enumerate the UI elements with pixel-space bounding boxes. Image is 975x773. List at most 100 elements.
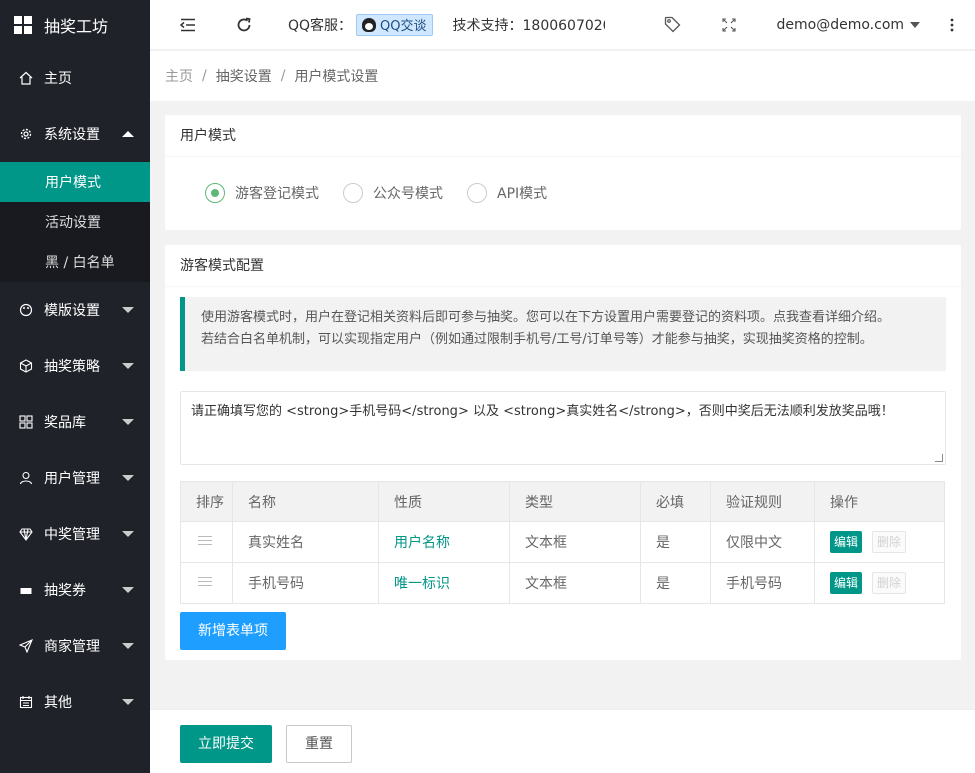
info-line: 若结合白名单机制，可以实现指定用户（例如通过限制手机号/工号/订单号等）才能参与… xyxy=(201,332,873,347)
column-header: 验证规则 xyxy=(710,481,815,522)
qq-chat-label: QQ交谈 xyxy=(380,19,427,34)
sidebar-item-other[interactable]: 其他 xyxy=(0,674,150,730)
cell-name: 真实姓名 xyxy=(232,521,379,563)
cell-name: 手机号码 xyxy=(232,562,379,604)
chevron-down-icon xyxy=(122,363,134,369)
column-header: 性质 xyxy=(378,481,510,522)
breadcrumb-lottery-settings[interactable]: 抽奖设置 xyxy=(216,66,272,86)
chevron-down-icon xyxy=(122,699,134,705)
cell-nature: 唯一标识 xyxy=(378,562,510,604)
user-menu[interactable]: demo@demo.com xyxy=(777,17,921,33)
tag-icon[interactable] xyxy=(663,15,683,35)
column-header: 必填 xyxy=(640,481,711,522)
sidebar-item-prize-library[interactable]: 奖品库 xyxy=(0,394,150,450)
info-line[interactable]: 使用游客模式时，用户在登记相关资料后即可参与抽奖。您可以在下方设置用户需要登记的… xyxy=(201,307,936,329)
user-mode-card: 用户模式 游客登记模式 公众号模式 API模式 xyxy=(165,115,961,230)
sidebar-item-label: 系统设置 xyxy=(44,127,100,143)
palette-icon xyxy=(19,303,33,317)
radio-label: 公众号模式 xyxy=(373,186,443,202)
top-header: QQ客服： QQ交谈 技术支持：18006070205 demo@demo.co… xyxy=(150,0,975,50)
app-logo[interactable]: 抽奖工坊 xyxy=(0,0,150,50)
send-icon xyxy=(19,639,33,653)
qq-penguin-icon xyxy=(362,17,377,32)
card-title: 用户模式 xyxy=(165,115,961,157)
breadcrumb-separator: / xyxy=(280,68,286,84)
sidebar-item-merchant-management[interactable]: 商家管理 xyxy=(0,618,150,674)
chevron-down-icon xyxy=(122,531,134,537)
breadcrumb-home[interactable]: 主页 xyxy=(165,66,193,86)
column-header: 类型 xyxy=(509,481,641,522)
cell-rule: 仅限中文 xyxy=(710,521,815,563)
user-email: demo@demo.com xyxy=(776,16,905,33)
sidebar-item-user-management[interactable]: 用户管理 xyxy=(0,450,150,506)
sidebar-item-label: 用户管理 xyxy=(44,471,100,487)
home-icon xyxy=(19,71,33,85)
drag-cell[interactable] xyxy=(180,562,233,604)
cell-required: 是 xyxy=(640,521,711,563)
submenu-system-settings: 用户模式 活动设置 黑 / 白名单 xyxy=(0,162,150,282)
sidebar-item-label: 商家管理 xyxy=(44,639,100,655)
drag-handle-icon[interactable] xyxy=(198,577,212,587)
column-header: 名称 xyxy=(232,481,379,522)
sidebar-item-template-settings[interactable]: 模版设置 xyxy=(0,282,150,338)
sidebar-item-system-settings[interactable]: 系统设置 xyxy=(0,106,150,162)
qq-service-label: QQ客服： xyxy=(288,17,353,34)
radio-api-mode[interactable]: API模式 xyxy=(467,183,547,203)
sidebar-item-label: 抽奖策略 xyxy=(44,359,100,375)
sidebar-item-winner-management[interactable]: 中奖管理 xyxy=(0,506,150,562)
chevron-down-icon xyxy=(122,587,134,593)
breadcrumb-current: 用户模式设置 xyxy=(294,69,379,85)
radio-guest-mode[interactable]: 游客登记模式 xyxy=(205,183,319,203)
reset-button[interactable]: 重置 xyxy=(286,725,352,763)
radio-label: API模式 xyxy=(497,186,548,202)
resize-handle-icon[interactable] xyxy=(935,454,943,462)
sidebar-item-home[interactable]: 主页 xyxy=(0,50,150,106)
sidebar-item-label: 模版设置 xyxy=(44,303,100,319)
qq-chat-button[interactable]: QQ交谈 xyxy=(356,13,433,36)
tech-support-text: 技术支持：18006070205 xyxy=(452,17,605,34)
cell-nature: 用户名称 xyxy=(378,521,510,563)
menu-collapse-icon[interactable] xyxy=(178,15,198,35)
more-vertical-icon[interactable] xyxy=(942,15,962,35)
mode-radio-group: 游客登记模式 公众号模式 API模式 xyxy=(165,157,961,229)
sidebar-subitem-blacklist[interactable]: 黑 / 白名单 xyxy=(0,242,150,282)
sidebar-item-label: 抽奖券 xyxy=(44,583,86,599)
ticket-icon xyxy=(20,586,32,594)
edit-button[interactable]: 编辑 xyxy=(830,572,863,594)
logo-icon xyxy=(14,16,32,34)
sidebar: 抽奖工坊 主页 系统设置 用户模式 活动设置 黑 / 白名单 模版设置 抽奖策略… xyxy=(0,0,150,773)
breadcrumb: 主页 / 抽奖设置 / 用户模式设置 xyxy=(150,51,975,101)
fullscreen-icon[interactable] xyxy=(719,15,739,35)
sidebar-item-label: 其他 xyxy=(44,695,72,711)
edit-button[interactable]: 编辑 xyxy=(830,531,863,553)
radio-checked-icon xyxy=(205,183,225,203)
drag-cell[interactable] xyxy=(180,521,233,563)
chevron-down-icon xyxy=(122,307,134,313)
delete-button[interactable]: 删除 xyxy=(872,572,907,594)
add-form-item-button[interactable]: 新增表单项 xyxy=(180,612,286,650)
sidebar-subitem-activity-settings[interactable]: 活动设置 xyxy=(0,202,150,242)
radio-wechat-mode[interactable]: 公众号模式 xyxy=(343,183,443,203)
column-header: 排序 xyxy=(180,481,233,522)
table-row: 真实姓名 用户名称 文本框 是 仅限中文 编辑 删除 xyxy=(180,521,945,563)
chevron-down-icon xyxy=(910,21,921,28)
sidebar-item-lottery-strategy[interactable]: 抽奖策略 xyxy=(0,338,150,394)
cube-icon xyxy=(19,359,33,373)
card-title: 游客模式配置 xyxy=(165,245,961,287)
calendar-icon xyxy=(19,696,33,709)
sidebar-item-label: 中奖管理 xyxy=(44,527,100,543)
submit-button[interactable]: 立即提交 xyxy=(180,725,272,763)
sidebar-subitem-user-mode[interactable]: 用户模式 xyxy=(0,162,150,202)
radio-label: 游客登记模式 xyxy=(235,186,319,202)
notice-textarea[interactable]: 请正确填写您的 <strong>手机号码</strong> 以及 <strong… xyxy=(180,391,946,465)
refresh-icon[interactable] xyxy=(234,15,254,35)
breadcrumb-separator: / xyxy=(202,68,207,84)
app-title: 抽奖工坊 xyxy=(44,17,109,36)
cell-actions: 编辑 删除 xyxy=(814,521,945,563)
delete-button[interactable]: 删除 xyxy=(872,531,907,553)
sidebar-item-label: 主页 xyxy=(44,71,72,87)
guest-mode-config-card: 游客模式配置 使用游客模式时，用户在登记相关资料后即可参与抽奖。您可以在下方设置… xyxy=(165,245,961,660)
drag-handle-icon[interactable] xyxy=(198,536,212,546)
sidebar-item-lottery-tickets[interactable]: 抽奖券 xyxy=(0,562,150,618)
cell-required: 是 xyxy=(640,562,711,604)
